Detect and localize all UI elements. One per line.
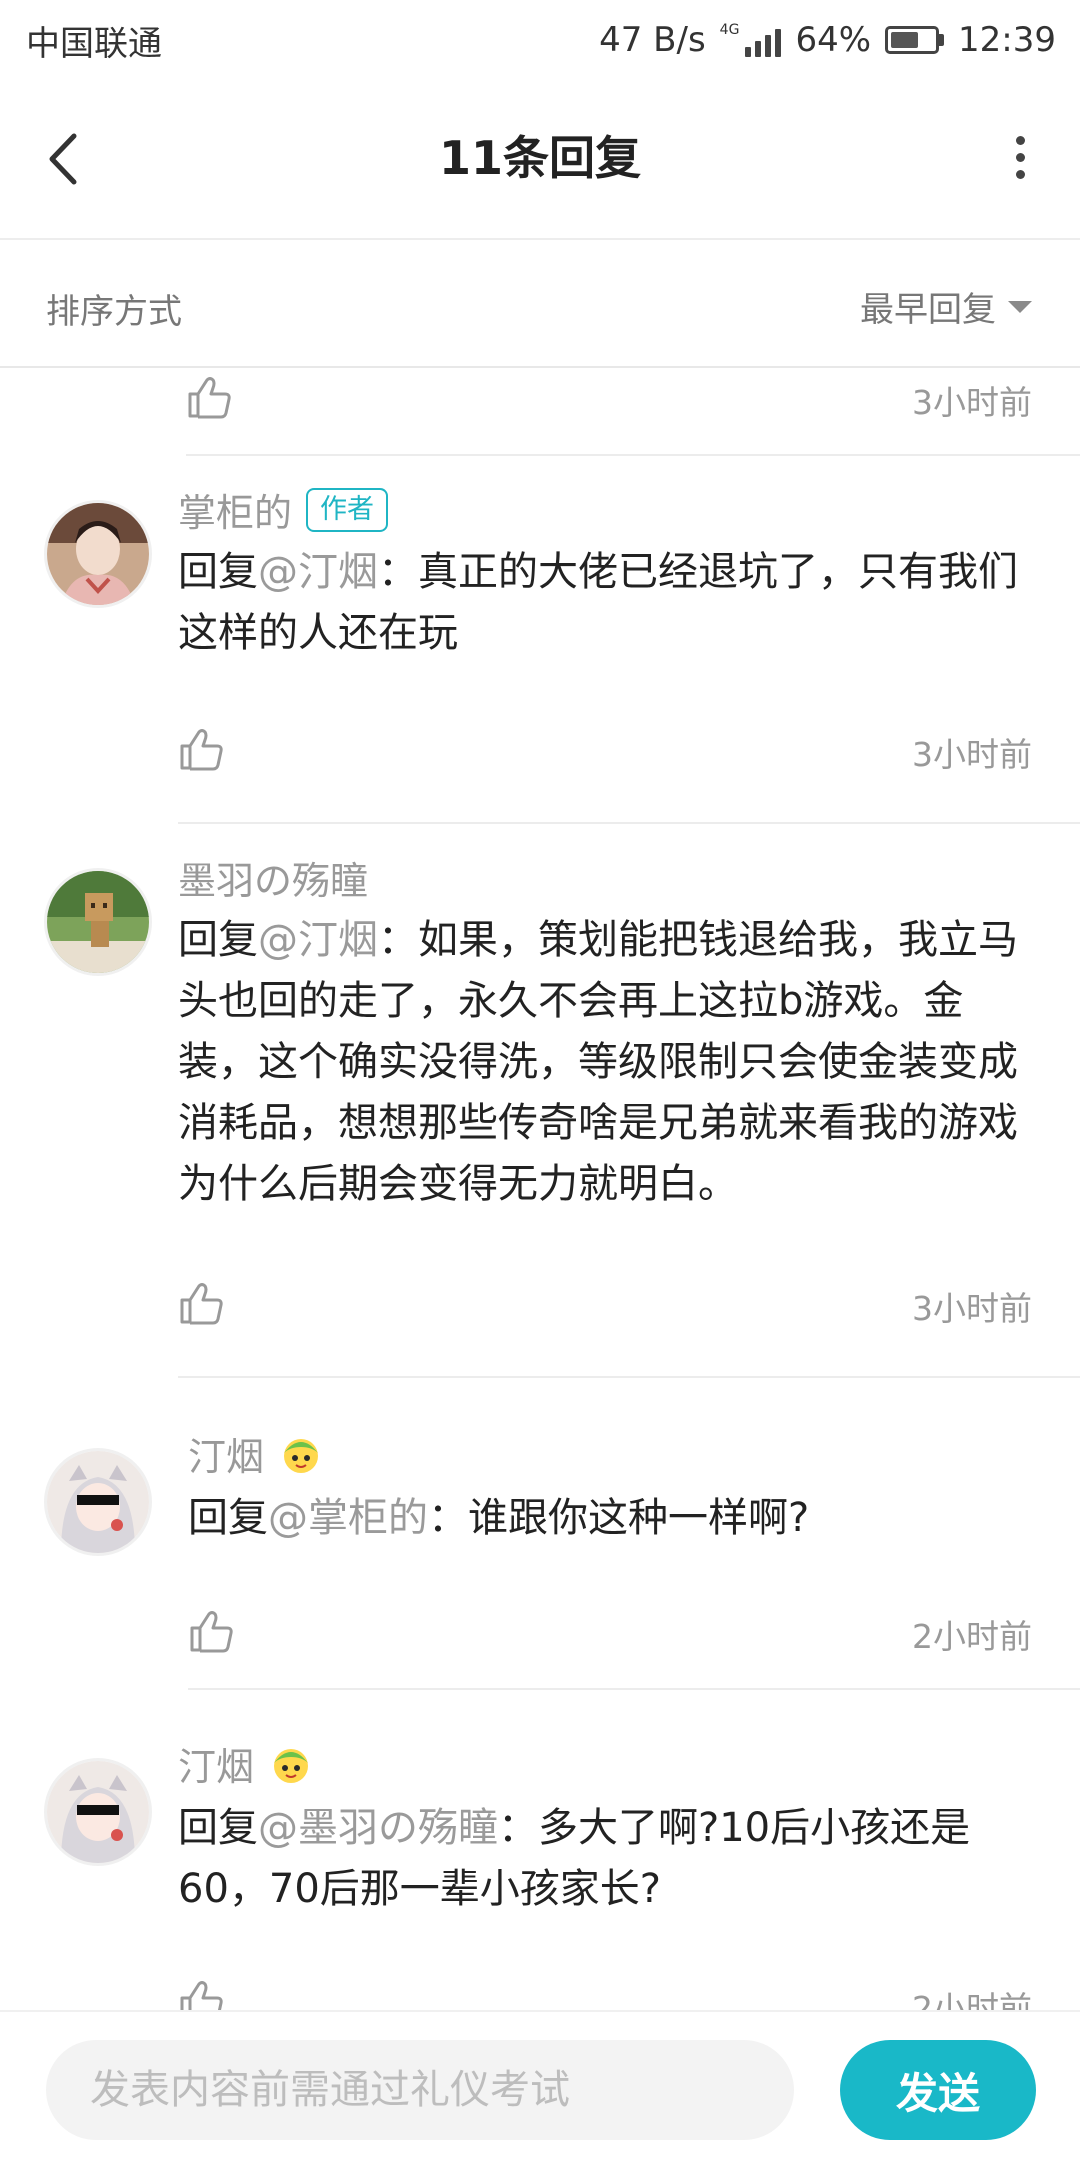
sort-selected-value: 最早回复 xyxy=(860,290,996,330)
status-bar: 中国联通 47 B/s 4G 64% 12:39 xyxy=(0,0,1080,80)
reply-item: 3小时前 xyxy=(0,370,1080,456)
reply-content: 回复@汀烟：如果，策划能把钱退给我，我立马头也回的走了，永久不会再上这拉b游戏。… xyxy=(178,910,1030,1215)
reply-content: 回复@汀烟：真正的大佬已经退坑了，只有我们这样的人还在玩 xyxy=(178,542,1030,664)
level-badge-icon xyxy=(274,1748,309,1783)
reply-time: 2小时前 xyxy=(912,1989,1032,2010)
reply-time: 2小时前 xyxy=(912,1617,1032,1656)
signal-icon: 4G xyxy=(720,23,782,57)
level-badge-icon xyxy=(284,1438,319,1473)
mention-link[interactable]: @汀烟 xyxy=(258,917,378,963)
reply-time: 3小时前 xyxy=(912,1289,1032,1328)
reply-item: 掌柜的 作者 回复@汀烟：真正的大佬已经退坑了，只有我们这样的人还在玩 3小时前 xyxy=(0,456,1080,824)
comment-composer: 发送 xyxy=(0,2010,1080,2160)
thumbs-up-icon[interactable] xyxy=(188,1608,234,1654)
reply-prefix: 回复 xyxy=(178,549,258,595)
battery-icon xyxy=(885,26,945,54)
carrier-label: 中国联通 xyxy=(26,23,162,64)
avatar[interactable] xyxy=(44,1758,152,1866)
sort-label: 排序方式 xyxy=(46,292,182,332)
user-name[interactable]: 掌柜的 xyxy=(178,482,292,537)
status-indicators: 47 B/s 4G 64% 12:39 xyxy=(599,20,1056,60)
avatar[interactable] xyxy=(44,500,152,608)
reply-prefix: 回复 xyxy=(178,917,258,963)
reply-body: ：谁跟你这种一样啊? xyxy=(428,1495,810,1541)
caret-down-icon xyxy=(1008,300,1032,313)
user-name[interactable]: 汀烟 xyxy=(178,1736,254,1791)
thumbs-up-icon[interactable] xyxy=(178,726,224,772)
reply-content: 回复@掌柜的：谁跟你这种一样啊? xyxy=(188,1488,1030,1549)
battery-percent: 64% xyxy=(795,20,872,60)
user-name[interactable]: 墨羽の殇瞳 xyxy=(178,850,368,905)
thumbs-up-icon[interactable] xyxy=(178,1280,224,1326)
user-name[interactable]: 汀烟 xyxy=(188,1426,264,1481)
network-type: 4G xyxy=(719,22,740,38)
reply-item: 汀烟 回复@墨羽の殇瞳：多大了啊?10后小孩还是60，70后那一辈小孩家长? 2… xyxy=(0,1688,1080,2010)
reply-header: 汀烟 xyxy=(178,1736,314,1791)
avatar[interactable] xyxy=(44,1448,152,1556)
reply-item: 墨羽の殇瞳 回复@汀烟：如果，策划能把钱退给我，我立马头也回的走了，永久不会再上… xyxy=(0,824,1080,1378)
avatar[interactable] xyxy=(44,868,152,976)
author-badge: 作者 xyxy=(306,487,389,532)
reply-time: 3小时前 xyxy=(912,735,1032,774)
send-button[interactable]: 发送 xyxy=(840,2040,1036,2140)
thumbs-up-icon[interactable] xyxy=(178,1978,224,2010)
mention-link[interactable]: @墨羽の殇瞳 xyxy=(258,1805,498,1851)
reply-content: 回复@墨羽の殇瞳：多大了啊?10后小孩还是60，70后那一辈小孩家长? xyxy=(178,1798,1030,1920)
more-options-button[interactable] xyxy=(1000,128,1040,192)
reply-header: 掌柜的 作者 xyxy=(178,482,389,537)
sort-bar: 排序方式 最早回复 xyxy=(0,242,1080,368)
thumbs-up-icon[interactable] xyxy=(186,374,232,420)
reply-prefix: 回复 xyxy=(178,1805,258,1851)
mention-link[interactable]: @汀烟 xyxy=(258,549,378,595)
reply-list[interactable]: 3小时前 掌柜的 作者 回复@汀烟：真正的大佬已经退坑了，只有我们这样的人还在玩… xyxy=(0,370,1080,2010)
net-speed: 47 B/s xyxy=(599,20,706,60)
more-vertical-icon xyxy=(1015,136,1025,145)
clock: 12:39 xyxy=(958,20,1056,60)
reply-item: 汀烟 回复@掌柜的：谁跟你这种一样啊? 2小时前 xyxy=(0,1378,1080,1690)
reply-header: 墨羽の殇瞳 xyxy=(178,850,368,905)
sort-dropdown[interactable]: 最早回复 xyxy=(860,282,1032,331)
page-title: 11条回复 xyxy=(438,131,641,185)
mention-link[interactable]: @掌柜的 xyxy=(268,1495,428,1541)
reply-header: 汀烟 xyxy=(188,1426,324,1481)
reply-time: 3小时前 xyxy=(912,383,1032,422)
app-header: 11条回复 xyxy=(0,80,1080,240)
comment-input[interactable] xyxy=(46,2040,794,2140)
reply-prefix: 回复 xyxy=(188,1495,268,1541)
